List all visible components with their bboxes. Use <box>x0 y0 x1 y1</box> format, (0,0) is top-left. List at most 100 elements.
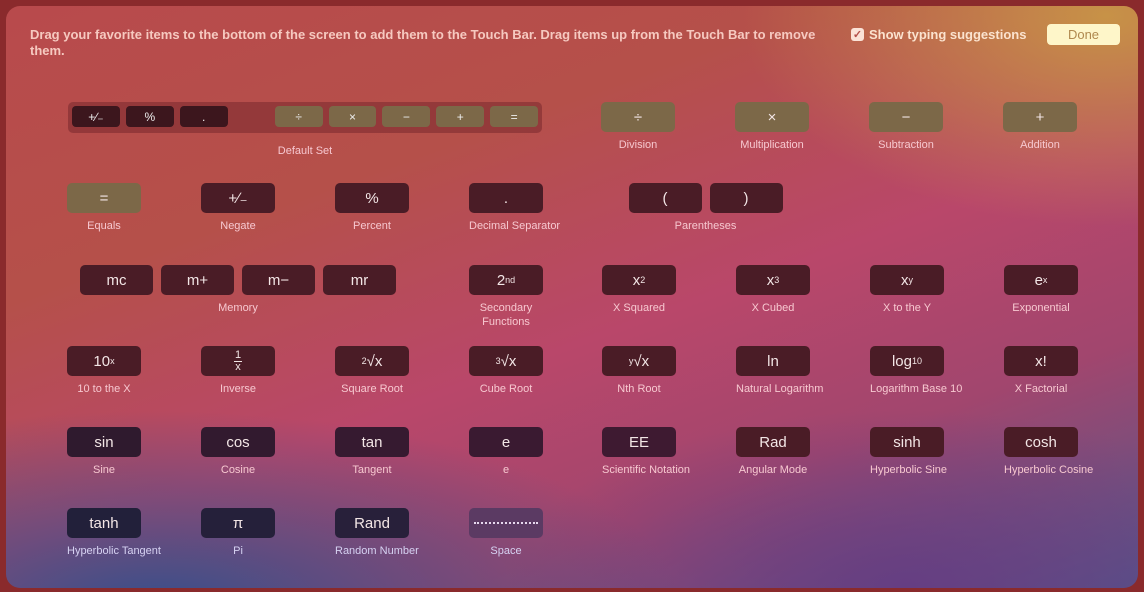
open-paren-key[interactable]: ( <box>628 183 702 213</box>
subtraction-item[interactable]: − Subtraction <box>869 102 943 152</box>
x-to-y-item[interactable]: xy X to the Y <box>870 265 944 315</box>
rand-key[interactable]: Rand <box>335 508 409 538</box>
percent-key[interactable]: % <box>335 183 409 213</box>
cosh-item[interactable]: cosh Hyperbolic Cosine <box>1004 427 1094 477</box>
parentheses-label: Parentheses <box>674 220 737 232</box>
multiplication-label: Multiplication <box>740 139 804 151</box>
m-minus-key[interactable]: m− <box>242 265 315 295</box>
equals-key[interactable]: = <box>67 183 141 213</box>
pi-item[interactable]: π Pi <box>201 508 275 558</box>
ten-to-x-item[interactable]: 10 x 10 to the X <box>67 346 141 396</box>
tan-item[interactable]: tan Tangent <box>335 427 409 477</box>
tanh-key[interactable]: tanh <box>67 508 141 538</box>
mr-key[interactable]: mr <box>323 265 396 295</box>
ee-item[interactable]: EE Scientific Notation <box>602 427 690 477</box>
nth-root-item[interactable]: y √x Nth Root <box>602 346 676 396</box>
equals-item[interactable]: = Equals <box>67 183 141 233</box>
sin-key[interactable]: sin <box>67 427 141 457</box>
log10-item[interactable]: log 10 Logarithm Base 10 <box>870 346 962 396</box>
addition-key[interactable]: + <box>1003 102 1077 132</box>
ln-key[interactable]: ln <box>736 346 810 376</box>
square-root-item[interactable]: 2 √x Square Root <box>335 346 409 396</box>
addition-item[interactable]: + Addition <box>1003 102 1077 152</box>
inverse-item[interactable]: 1x Inverse <box>201 346 275 396</box>
decimal-item[interactable]: . Decimal Separator <box>469 183 560 233</box>
default-subtraction-key[interactable]: − <box>382 106 431 127</box>
multiplication-item[interactable]: × Multiplication <box>735 102 809 152</box>
e-item[interactable]: e e <box>469 427 543 477</box>
sin-item[interactable]: sin Sine <box>67 427 141 477</box>
sinh-label: Hyperbolic Sine <box>870 464 948 476</box>
cosh-key[interactable]: cosh <box>1004 427 1078 457</box>
default-addition-key[interactable]: + <box>436 106 485 127</box>
exponential-item[interactable]: ex Exponential <box>1004 265 1078 315</box>
division-item[interactable]: ÷ Division <box>601 102 675 152</box>
negate-label: Negate <box>220 220 256 232</box>
square-root-base: √x <box>366 352 383 370</box>
done-button[interactable]: Done <box>1047 24 1120 45</box>
x-squared-key[interactable]: x2 <box>602 265 676 295</box>
negate-key[interactable]: +∕₋ <box>201 183 275 213</box>
x-to-y-label: X to the Y <box>882 302 932 314</box>
x-cubed-item[interactable]: x3 X Cubed <box>736 265 810 315</box>
rad-key[interactable]: Rad <box>736 427 810 457</box>
default-percent-key[interactable]: % <box>125 106 174 127</box>
cube-root-item[interactable]: 3 √x Cube Root <box>469 346 543 396</box>
e-key[interactable]: e <box>469 427 543 457</box>
exponential-key[interactable]: ex <box>1004 265 1078 295</box>
x-squared-item[interactable]: x2 X Squared <box>602 265 676 315</box>
tan-label: Tangent <box>352 464 392 476</box>
tan-key[interactable]: tan <box>335 427 409 457</box>
x-cubed-key[interactable]: x3 <box>736 265 810 295</box>
exponential-label: Exponential <box>1012 302 1070 314</box>
checkbox-icon[interactable]: ✓ <box>851 28 864 41</box>
close-paren-key[interactable]: ) <box>709 183 783 213</box>
ten-to-x-key[interactable]: 10 x <box>67 346 141 376</box>
multiplication-key[interactable]: × <box>735 102 809 132</box>
default-decimal-key[interactable]: . <box>179 106 228 127</box>
tanh-item[interactable]: tanh Hyperbolic Tangent <box>67 508 161 558</box>
factorial-key[interactable]: x! <box>1004 346 1078 376</box>
show-typing-suggestions-toggle[interactable]: ✓ Show typing suggestions <box>851 27 1026 42</box>
default-negate-key[interactable]: +∕₋ <box>72 106 120 127</box>
square-root-key[interactable]: 2 √x <box>335 346 409 376</box>
nth-root-key[interactable]: y √x <box>602 346 676 376</box>
cos-key[interactable]: cos <box>201 427 275 457</box>
cube-root-base: √x <box>500 352 517 370</box>
rand-item[interactable]: Rand Random Number <box>335 508 419 558</box>
m-plus-key[interactable]: m+ <box>161 265 234 295</box>
secondary-item[interactable]: 2nd Secondary Functions <box>469 265 543 329</box>
log10-base: log <box>891 352 912 370</box>
memory-item[interactable]: mc m+ m− mr Memory <box>80 265 396 315</box>
secondary-key[interactable]: 2nd <box>469 265 543 295</box>
cube-root-key[interactable]: 3 √x <box>469 346 543 376</box>
space-key[interactable] <box>469 508 543 538</box>
pi-key[interactable]: π <box>201 508 275 538</box>
secondary-label: Secondary Functions <box>479 302 533 328</box>
x-to-y-key[interactable]: xy <box>870 265 944 295</box>
default-multiplication-key[interactable]: × <box>328 106 377 127</box>
cosh-label: Hyperbolic Cosine <box>1004 464 1094 476</box>
default-equals-key[interactable]: = <box>490 106 539 127</box>
ten-to-x-base: 10 <box>93 352 111 370</box>
ee-key[interactable]: EE <box>602 427 676 457</box>
mc-key[interactable]: mc <box>80 265 153 295</box>
cos-item[interactable]: cos Cosine <box>201 427 275 477</box>
division-key[interactable]: ÷ <box>601 102 675 132</box>
percent-item[interactable]: % Percent <box>335 183 409 233</box>
factorial-item[interactable]: x! X Factorial <box>1004 346 1078 396</box>
log10-key[interactable]: log 10 <box>870 346 944 376</box>
inverse-key[interactable]: 1x <box>201 346 275 376</box>
decimal-key[interactable]: . <box>469 183 543 213</box>
addition-label: Addition <box>1020 139 1060 151</box>
space-item[interactable]: Space <box>469 508 543 558</box>
negate-item[interactable]: +∕₋ Negate <box>201 183 275 233</box>
rad-item[interactable]: Rad Angular Mode <box>736 427 810 477</box>
sinh-key[interactable]: sinh <box>870 427 944 457</box>
ln-item[interactable]: ln Natural Logarithm <box>736 346 823 396</box>
parentheses-item[interactable]: ( ) Parentheses <box>628 183 783 233</box>
default-division-key[interactable]: ÷ <box>274 106 323 127</box>
subtraction-key[interactable]: − <box>869 102 943 132</box>
default-set-strip[interactable]: +∕₋ % . ÷ × − + = <box>68 102 542 133</box>
sinh-item[interactable]: sinh Hyperbolic Sine <box>870 427 948 477</box>
